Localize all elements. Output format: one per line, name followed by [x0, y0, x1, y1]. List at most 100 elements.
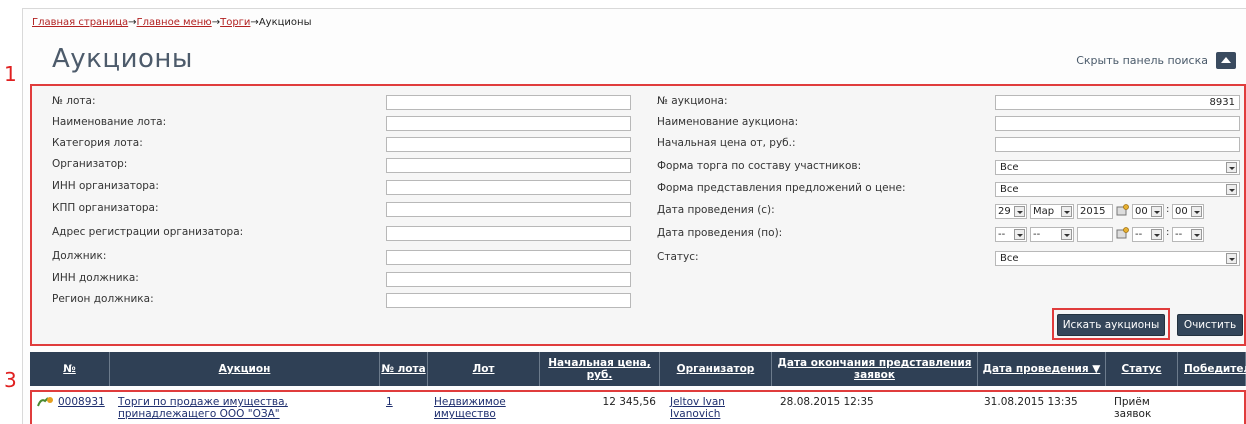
- date-to-minute-select[interactable]: --: [1172, 227, 1204, 242]
- search-panel: № лота: Наименование лота: Категория лот…: [30, 84, 1246, 346]
- date-from-minute-select[interactable]: 00: [1172, 204, 1204, 219]
- chevron-down-icon[interactable]: [1226, 184, 1237, 195]
- bid-end-cell: 28.08.2015 12:35: [780, 396, 874, 408]
- organizer-address-input[interactable]: [386, 226, 631, 241]
- table-row[interactable]: 0008931 Торги по продаже имущества, прин…: [30, 390, 1246, 424]
- organizer-link[interactable]: Jeltov Ivan Ivanovich: [670, 396, 750, 420]
- search-auctions-button[interactable]: Искать аукционы: [1057, 314, 1165, 336]
- lot-number-label: № лота:: [52, 95, 96, 107]
- organizer-inn-input[interactable]: [386, 180, 631, 195]
- date-to-month-value: --: [1033, 229, 1041, 240]
- organizer-inn-label: ИНН организатора:: [52, 180, 159, 192]
- participants-form-value: Все: [1000, 162, 1019, 173]
- debtor-inn-input[interactable]: [386, 272, 631, 287]
- organizer-address-label: Адрес регистрации организатора:: [52, 226, 244, 238]
- breadcrumb-home[interactable]: Главная страница: [32, 17, 128, 28]
- status-cell: Приём заявок: [1114, 396, 1152, 420]
- chevron-down-icon[interactable]: [1061, 229, 1072, 240]
- column-header-bid-end[interactable]: Дата окончания представления заявок: [772, 352, 978, 386]
- time-separator: :: [1166, 204, 1170, 215]
- date-to-day-value: --: [998, 229, 1006, 240]
- column-header-winner[interactable]: Победитель: [1178, 352, 1246, 386]
- date-from-month-value: Мар: [1033, 206, 1055, 217]
- date-to-year-input[interactable]: [1077, 227, 1113, 242]
- lot-number-link[interactable]: 1: [386, 396, 393, 408]
- lot-link[interactable]: Недвижимое имущество: [434, 396, 538, 420]
- organizer-label: Организатор:: [52, 158, 128, 170]
- chevron-down-icon[interactable]: [1191, 229, 1202, 240]
- auction-date-cell: 31.08.2015 13:35: [984, 396, 1078, 408]
- auction-number-link[interactable]: 0008931: [58, 396, 105, 408]
- date-to-month-select[interactable]: --: [1030, 227, 1074, 242]
- breadcrumb-arrow: →: [211, 17, 221, 28]
- price-offer-form-label: Форма представления предложений о цене:: [657, 182, 906, 194]
- column-header-auction[interactable]: Аукцион: [110, 352, 380, 386]
- lot-number-input[interactable]: [386, 95, 631, 110]
- column-header-auction-date[interactable]: Дата проведения ▼: [978, 352, 1106, 386]
- date-from-hour-select[interactable]: 00: [1132, 204, 1164, 219]
- status-value: Все: [1000, 253, 1019, 264]
- page-title: Аукционы: [52, 44, 193, 74]
- auctions-table: № Аукцион № лота Лот Начальная цена, руб…: [30, 352, 1246, 424]
- date-from-day-select[interactable]: 29: [995, 204, 1027, 219]
- auction-number-label: № аукциона:: [657, 95, 728, 107]
- lot-name-input[interactable]: [386, 116, 631, 131]
- clear-button[interactable]: Очистить: [1177, 314, 1243, 336]
- price-offer-form-value: Все: [1000, 184, 1019, 195]
- chevron-down-icon[interactable]: [1191, 206, 1202, 217]
- price-offer-form-select[interactable]: Все: [995, 182, 1240, 197]
- organizer-kpp-label: КПП организатора:: [52, 202, 159, 214]
- start-price-input[interactable]: [995, 137, 1240, 152]
- date-to-hour-value: --: [1135, 229, 1143, 240]
- date-to-day-select[interactable]: --: [995, 227, 1027, 242]
- column-header-status[interactable]: Статус: [1106, 352, 1178, 386]
- chevron-down-icon[interactable]: [1226, 162, 1237, 173]
- auction-status-icon: [37, 397, 53, 407]
- column-header-start-price[interactable]: Начальная цена, руб.: [540, 352, 660, 386]
- organizer-input[interactable]: [386, 158, 631, 173]
- chevron-down-icon[interactable]: [1014, 206, 1025, 217]
- debtor-input[interactable]: [386, 250, 631, 265]
- column-header-number[interactable]: №: [30, 352, 110, 386]
- status-label: Статус:: [657, 251, 699, 263]
- date-from-label: Дата проведения (с):: [657, 204, 775, 216]
- column-header-organizer[interactable]: Организатор: [660, 352, 772, 386]
- organizer-kpp-input[interactable]: [386, 202, 631, 217]
- chevron-down-icon[interactable]: [1151, 229, 1162, 240]
- start-price-cell: 12 345,56: [602, 396, 656, 408]
- date-from-year-input[interactable]: 2015: [1077, 204, 1113, 219]
- lot-name-label: Наименование лота:: [52, 116, 167, 128]
- status-select[interactable]: Все: [995, 251, 1240, 266]
- lot-category-label: Категория лота:: [52, 137, 143, 149]
- auction-name-link[interactable]: Торги по продаже имущества, принадлежаще…: [118, 396, 380, 420]
- date-to-label: Дата проведения (по):: [657, 227, 783, 239]
- auction-number-input[interactable]: 8931: [995, 95, 1240, 110]
- date-to-hour-select[interactable]: --: [1132, 227, 1164, 242]
- chevron-down-icon[interactable]: [1226, 253, 1237, 264]
- chevron-down-icon[interactable]: [1151, 206, 1162, 217]
- date-from-month-select[interactable]: Мар: [1030, 204, 1074, 219]
- date-from-day-value: 29: [998, 206, 1011, 217]
- calendar-icon[interactable]: [1116, 204, 1130, 216]
- auction-name-input[interactable]: [995, 116, 1240, 131]
- chevron-down-icon[interactable]: [1061, 206, 1072, 217]
- lot-category-input[interactable]: [386, 137, 631, 152]
- chevron-down-icon[interactable]: [1014, 229, 1025, 240]
- start-price-label: Начальная цена от, руб.:: [657, 137, 796, 149]
- date-from-minute-value: 00: [1175, 206, 1188, 217]
- debtor-region-label: Регион должника:: [52, 293, 154, 305]
- column-header-lot[interactable]: Лот: [428, 352, 540, 386]
- calendar-icon[interactable]: [1116, 227, 1130, 239]
- breadcrumb: Главная страница→Главное меню→Торги→Аукц…: [32, 17, 311, 28]
- breadcrumb-current: Аукционы: [258, 17, 312, 28]
- date-to-minute-value: --: [1175, 229, 1183, 240]
- participants-form-label: Форма торга по составу участников:: [657, 160, 862, 172]
- chevron-up-icon[interactable]: [1216, 52, 1236, 69]
- breadcrumb-trades[interactable]: Торги: [220, 17, 250, 28]
- hide-search-panel-toggle[interactable]: Скрыть панель поиска: [1076, 52, 1236, 69]
- date-from-year-value: 2015: [1080, 206, 1106, 217]
- column-header-lot-number[interactable]: № лота: [380, 352, 428, 386]
- breadcrumb-menu[interactable]: Главное меню: [137, 17, 212, 28]
- participants-form-select[interactable]: Все: [995, 160, 1240, 175]
- debtor-region-input[interactable]: [386, 293, 631, 308]
